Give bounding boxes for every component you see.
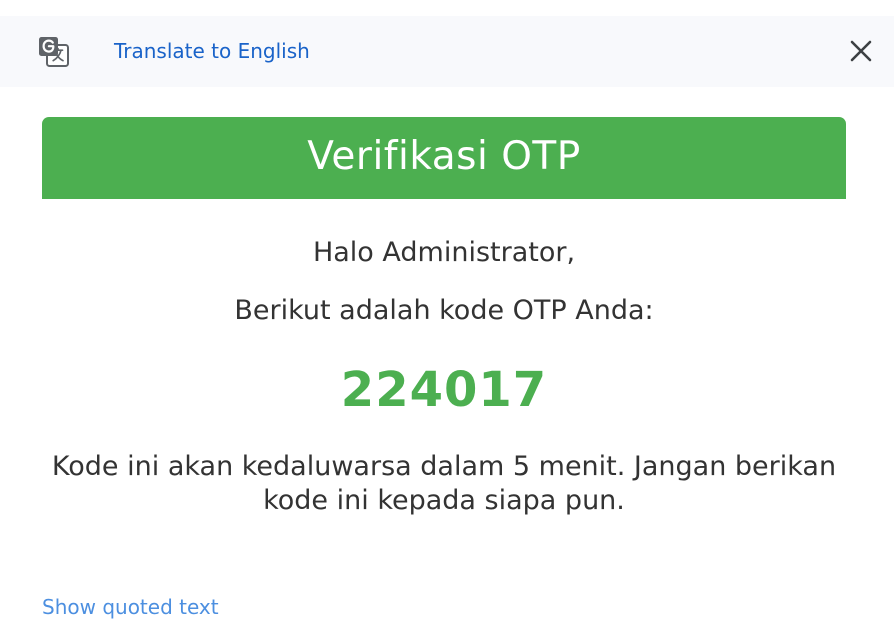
expiry-notice: Kode ini akan kedaluwarsa dalam 5 menit.…: [51, 451, 837, 516]
translate-to-english-link[interactable]: Translate to English: [114, 37, 310, 65]
show-quoted-text-link[interactable]: Show quoted text: [42, 593, 219, 621]
otp-header-banner: Verifikasi OTP: [42, 117, 846, 199]
otp-intro-text: Berikut adalah kode OTP Anda:: [234, 295, 654, 326]
otp-code: 224017: [340, 362, 548, 418]
translate-icon: [38, 36, 70, 68]
email-view: Translate to English Verifikasi OTP Halo…: [0, 0, 894, 640]
email-header-title: Verifikasi OTP: [307, 134, 581, 179]
translate-bar: Translate to English: [0, 16, 894, 87]
greeting-text: Halo Administrator,: [312, 237, 576, 268]
email-body: Verifikasi OTP Halo Administrator, Berik…: [42, 117, 846, 516]
close-icon[interactable]: [845, 35, 877, 67]
